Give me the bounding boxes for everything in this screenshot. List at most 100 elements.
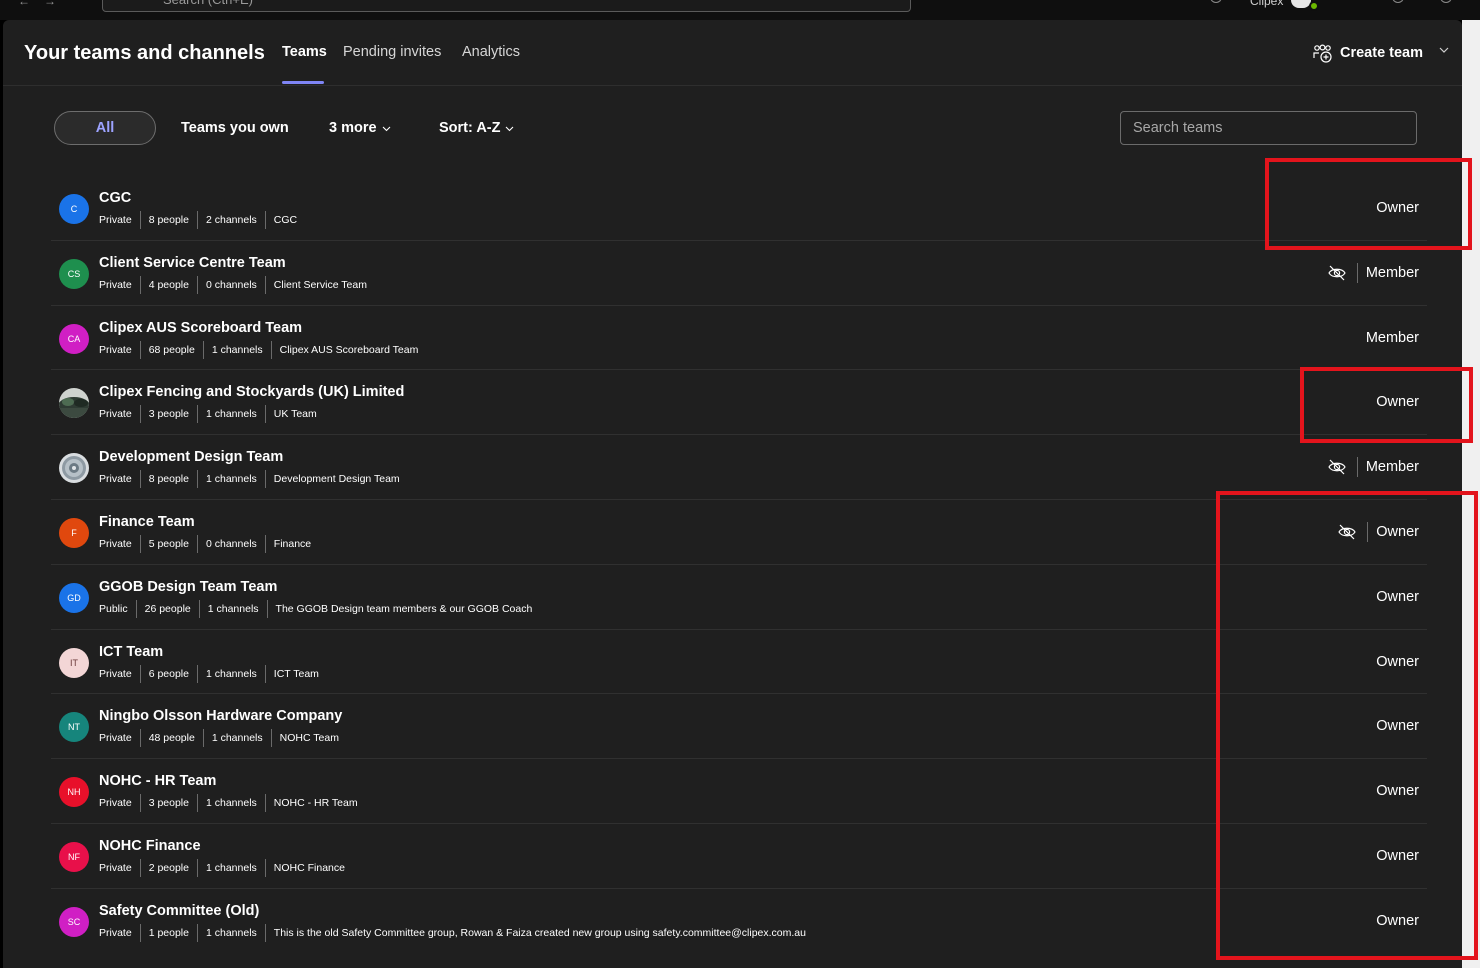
divider xyxy=(139,858,141,877)
team-row[interactable]: Clipex Fencing and Stockyards (UK) Limit… xyxy=(51,370,1427,436)
team-channel-count: 1 channels xyxy=(205,861,257,874)
team-list: C CGC Private 8 people 2 channels CGC Owner CS C… xyxy=(51,176,1427,954)
divider xyxy=(264,211,266,229)
team-member-count: 26 people xyxy=(144,602,191,615)
scrollbar[interactable] xyxy=(1462,20,1480,968)
minimize-icon[interactable] xyxy=(1392,0,1404,3)
team-member-count: 3 people xyxy=(148,797,189,810)
team-role-area: Owner xyxy=(1337,500,1419,564)
close-icon[interactable] xyxy=(1440,0,1452,3)
add-team-icon xyxy=(1313,43,1332,63)
team-channel-count: 1 channels xyxy=(205,473,257,486)
team-member-count: 6 people xyxy=(148,667,189,680)
team-avatar: CA xyxy=(59,323,89,354)
hidden-eye-off-icon[interactable] xyxy=(1337,522,1357,542)
filter-more-label: 3 more xyxy=(329,120,377,136)
team-role-area: Owner xyxy=(1376,565,1419,629)
team-privacy: Private xyxy=(99,537,132,550)
team-description: The GGOB Design team members & our GGOB … xyxy=(275,602,533,615)
avatar[interactable] xyxy=(1291,0,1311,8)
team-name[interactable]: Clipex Fencing and Stockyards (UK) Limit… xyxy=(99,384,404,400)
team-member-count: 2 people xyxy=(148,861,189,874)
team-row[interactable]: C CGC Private 8 people 2 channels CGC Owner xyxy=(51,176,1427,241)
team-name[interactable]: Clipex AUS Scoreboard Team xyxy=(99,320,302,336)
chevron-down-icon xyxy=(506,126,514,132)
team-row[interactable]: F Finance Team Private 5 people 0 channels Fi… xyxy=(51,500,1427,565)
divider xyxy=(264,794,266,813)
team-privacy: Private xyxy=(99,861,132,874)
team-name[interactable]: Ningbo Olsson Hardware Company xyxy=(99,708,342,724)
team-name[interactable]: Finance Team xyxy=(99,514,195,530)
filter-more-dropdown[interactable]: 3 more xyxy=(329,120,391,136)
team-member-count: 4 people xyxy=(148,278,189,291)
team-name[interactable]: ICT Team xyxy=(99,644,163,660)
team-row[interactable]: CA Clipex AUS Scoreboard Team Private 68 pe… xyxy=(51,306,1427,371)
filter-teams-you-own[interactable]: Teams you own xyxy=(181,120,289,136)
team-row[interactable]: GD GGOB Design Team Team Public 26 people 1 … xyxy=(51,565,1427,630)
forward-arrow-icon[interactable]: → xyxy=(44,0,56,8)
team-privacy: Public xyxy=(99,602,128,615)
team-row[interactable]: CS Client Service Centre Team Private 4 peo… xyxy=(51,241,1427,306)
team-name[interactable]: Safety Committee (Old) xyxy=(99,903,259,919)
divider xyxy=(1367,521,1369,542)
team-name[interactable]: Development Design Team xyxy=(99,449,283,465)
back-arrow-icon[interactable]: ← xyxy=(18,0,30,8)
global-search-input[interactable]: Search (Ctrl+E) xyxy=(102,0,911,12)
team-privacy: Private xyxy=(99,214,132,226)
team-member-count: 5 people xyxy=(148,537,189,550)
divider xyxy=(139,534,141,553)
team-name[interactable]: CGC xyxy=(99,190,131,206)
tab-pending-invites[interactable]: Pending invites xyxy=(343,44,441,60)
team-role-area: Owner xyxy=(1376,370,1419,434)
team-channel-count: 1 channels xyxy=(205,926,257,939)
team-member-count: 68 people xyxy=(148,343,195,356)
team-name[interactable]: Client Service Centre Team xyxy=(99,255,286,271)
sort-label: Sort: A-Z xyxy=(439,120,501,136)
page-header: Your teams and channels Teams Pending in… xyxy=(3,20,1462,86)
team-meta: Public 26 people 1 channels The GGOB Design… xyxy=(99,599,533,618)
divider xyxy=(196,534,198,553)
team-name[interactable]: NOHC Finance xyxy=(99,838,201,854)
team-row[interactable]: IT ICT Team Private 6 people 1 channels ICT T… xyxy=(51,630,1427,695)
team-role: Owner xyxy=(1376,653,1419,670)
divider xyxy=(270,729,272,748)
filter-all-pill[interactable]: All xyxy=(54,111,156,145)
org-name: Clipex xyxy=(1250,0,1284,8)
team-channel-count: 1 channels xyxy=(205,797,257,810)
divider xyxy=(196,470,198,489)
divider xyxy=(196,211,198,229)
team-description: Client Service Team xyxy=(273,278,367,291)
chevron-down-icon[interactable] xyxy=(1439,46,1449,54)
team-privacy: Private xyxy=(99,926,132,939)
team-name[interactable]: NOHC - HR Team xyxy=(99,773,216,789)
page-title: Your teams and channels xyxy=(24,42,265,64)
team-description: This is the old Safety Committee group, … xyxy=(273,926,806,939)
team-role: Member xyxy=(1365,329,1419,346)
team-meta: Private 4 people 0 channels Client Service … xyxy=(99,275,367,294)
team-row[interactable]: NT Ningbo Olsson Hardware Company Private 4… xyxy=(51,694,1427,760)
team-role: Owner xyxy=(1376,912,1419,929)
team-description: Development Design Team xyxy=(273,473,400,486)
hidden-eye-off-icon[interactable] xyxy=(1327,457,1347,477)
divider xyxy=(264,275,266,294)
team-row[interactable]: SC Safety Committee (Old) Private 1 people 1… xyxy=(51,889,1427,954)
team-row[interactable]: NH NOHC - HR Team Private 3 people 1 channel… xyxy=(51,759,1427,824)
sort-dropdown[interactable]: Sort: A-Z xyxy=(439,120,514,136)
hidden-eye-off-icon[interactable] xyxy=(1327,263,1347,283)
divider xyxy=(139,729,141,748)
team-role-area: Owner xyxy=(1376,759,1419,823)
team-row[interactable]: NF NOHC Finance Private 2 people 1 channels N… xyxy=(51,824,1427,889)
tab-analytics[interactable]: Analytics xyxy=(462,44,520,60)
team-row[interactable]: Development Design Team Private 8 people 1 … xyxy=(51,435,1427,500)
tab-teams[interactable]: Teams xyxy=(282,44,327,60)
team-role: Owner xyxy=(1376,783,1419,800)
team-member-count: 8 people xyxy=(148,214,189,226)
team-role-area: Owner xyxy=(1376,889,1419,953)
team-meta: Private 48 people 1 channels NOHC Team xyxy=(99,729,339,748)
create-team-button[interactable]: Create team xyxy=(1313,42,1423,64)
search-teams-input[interactable] xyxy=(1120,111,1417,145)
team-name[interactable]: GGOB Design Team Team xyxy=(99,579,277,595)
divider xyxy=(196,664,198,683)
divider xyxy=(1356,262,1358,283)
notification-icon[interactable] xyxy=(1210,0,1222,3)
